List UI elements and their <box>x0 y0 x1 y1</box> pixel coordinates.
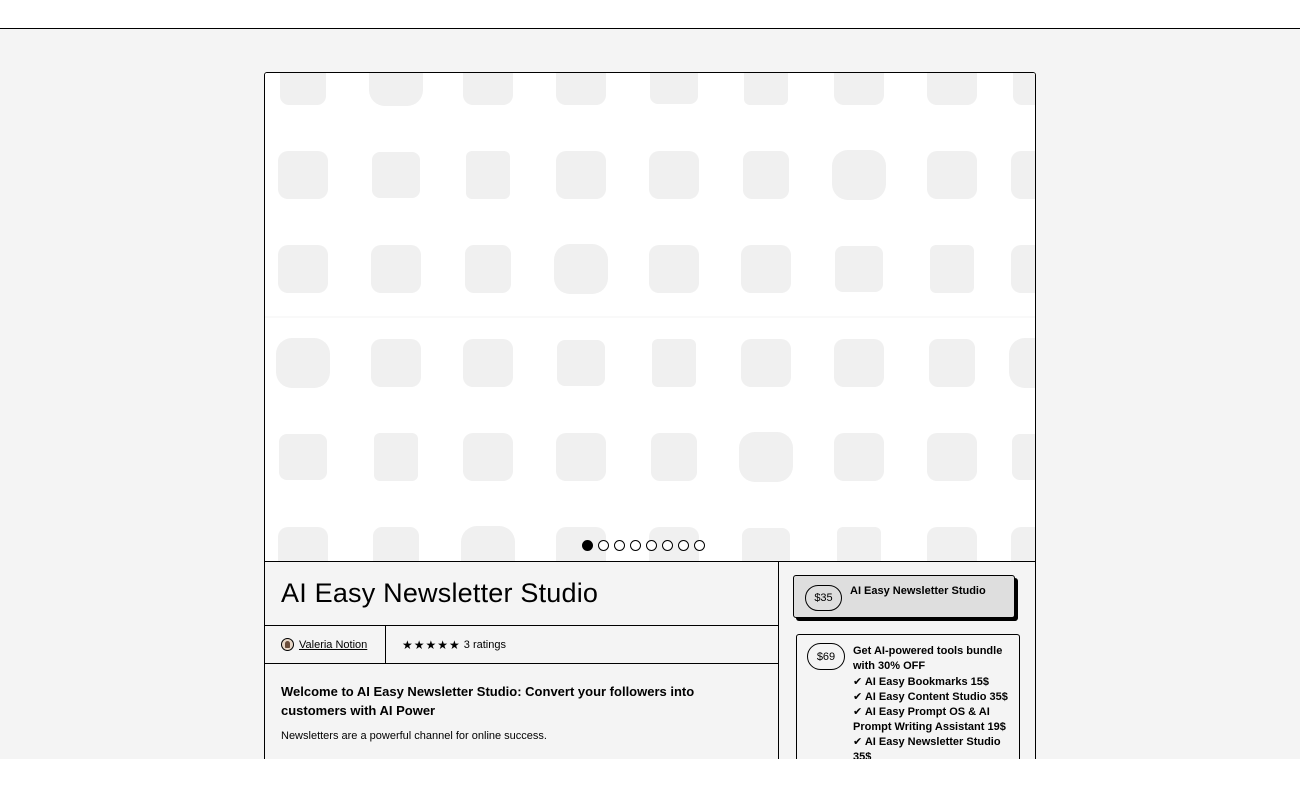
pattern-box-icon <box>834 339 884 387</box>
product-card: AI Easy Newsletter Studio Valeria Notion… <box>264 72 1036 759</box>
pattern-file-icon <box>556 73 606 105</box>
pattern-folder-icon <box>650 73 698 104</box>
pattern-play-icon <box>743 151 789 199</box>
pattern-camera-icon <box>1009 338 1035 388</box>
bundle-item: ✔ AI Easy Content Studio 35$ <box>853 691 1008 703</box>
pattern-shop-icon <box>649 245 699 293</box>
carousel-dot[interactable] <box>614 540 625 551</box>
pattern-box-icon <box>649 151 699 199</box>
option-price: $35 <box>805 585 842 611</box>
carousel-dot[interactable] <box>646 540 657 551</box>
bottom-bar <box>0 759 1300 788</box>
option-price: $69 <box>807 643 845 670</box>
pattern-box-icon <box>1011 527 1035 561</box>
icon-pattern-cover <box>265 73 1035 561</box>
pattern-box-icon <box>371 245 421 293</box>
pattern-image-icon <box>278 245 328 293</box>
pattern-folder-icon <box>835 246 883 292</box>
creator: Valeria Notion <box>265 626 386 663</box>
pattern-play-icon <box>651 433 697 481</box>
pattern-music-icon <box>930 245 974 293</box>
option-name: Get AI-powered tools bundle with 30% OFF <box>853 645 1003 672</box>
ratings[interactable]: ★★★★★ 3 ratings <box>386 626 506 663</box>
carousel-dot[interactable] <box>694 540 705 551</box>
pattern-shop-icon <box>834 433 884 481</box>
bundle-item: ✔ AI Easy Newsletter Studio 35$ <box>853 736 1001 759</box>
pattern-box-icon <box>927 73 977 105</box>
pattern-image-icon <box>556 151 606 199</box>
creator-link[interactable]: Valeria Notion <box>299 639 367 651</box>
pattern-box-icon <box>556 433 606 481</box>
pattern-folder-icon <box>1012 434 1035 480</box>
pattern-folder-icon <box>279 434 327 480</box>
description: Welcome to AI Easy Newsletter Studio: Co… <box>265 664 778 742</box>
pattern-file-icon <box>1011 151 1035 199</box>
product-title: AI Easy Newsletter Studio <box>281 578 599 608</box>
pattern-box-icon <box>278 527 328 561</box>
pattern-file-icon <box>741 245 791 293</box>
pattern-file-icon <box>278 151 328 199</box>
pattern-folder-icon <box>557 340 605 386</box>
pattern-image-icon <box>927 527 977 561</box>
pattern-music-icon <box>466 151 510 199</box>
description-heading: Welcome to AI Easy Newsletter Studio: Co… <box>281 684 695 718</box>
ratings-count: 3 ratings <box>463 638 506 651</box>
page-background: AI Easy Newsletter Studio Valeria Notion… <box>0 29 1300 759</box>
creator-avatar <box>281 638 294 651</box>
pattern-image-icon <box>1011 245 1035 293</box>
pattern-music-icon <box>837 527 881 561</box>
pattern-shop-icon <box>463 73 513 105</box>
pattern-image-icon <box>463 433 513 481</box>
top-bar <box>0 0 1300 29</box>
pattern-camera-icon <box>461 526 515 561</box>
pattern-folder-icon <box>372 152 420 198</box>
carousel-dot[interactable] <box>662 540 673 551</box>
carousel-dot[interactable] <box>678 540 689 551</box>
pattern-music-icon <box>744 73 788 105</box>
pattern-play-icon <box>929 339 975 387</box>
carousel-dot[interactable] <box>630 540 641 551</box>
product-cover-carousel[interactable] <box>265 73 1035 562</box>
bundle-details: Get AI-powered tools bundle with 30% OFF… <box>853 644 1013 759</box>
meta-row: Valeria Notion ★★★★★ 3 ratings <box>265 626 778 664</box>
option-bundle[interactable]: $69 Get AI-powered tools bundle with 30%… <box>796 634 1020 759</box>
pattern-music-icon <box>374 433 418 481</box>
pattern-folder-icon <box>742 528 790 561</box>
pattern-play-icon <box>373 527 419 561</box>
bundle-item: ✔ AI Easy Bookmarks 15$ <box>853 676 989 688</box>
title-row: AI Easy Newsletter Studio <box>265 562 778 626</box>
carousel-dot[interactable] <box>598 540 609 551</box>
option-single-product[interactable]: $35 AI Easy Newsletter Studio <box>793 575 1015 618</box>
carousel-dots <box>582 540 705 553</box>
pattern-camera-icon <box>739 432 793 482</box>
pattern-shop-icon <box>371 339 421 387</box>
description-text: Newsletters are a powerful channel for o… <box>281 730 547 742</box>
pattern-camera-icon <box>554 244 608 294</box>
pattern-camera-icon <box>276 338 330 388</box>
pattern-camera-icon <box>832 150 886 200</box>
pattern-play-icon <box>280 73 326 105</box>
carousel-dot[interactable] <box>582 540 593 551</box>
pattern-play-icon <box>1013 73 1035 105</box>
pattern-play-icon <box>465 245 511 293</box>
pattern-shop-icon <box>927 151 977 199</box>
pattern-file-icon <box>463 339 513 387</box>
pattern-image-icon <box>741 339 791 387</box>
star-rating-icon: ★★★★★ <box>402 637 461 652</box>
pricing-options: $35 AI Easy Newsletter Studio $69 Get AI… <box>779 562 1035 759</box>
pattern-image-icon <box>834 73 884 105</box>
pattern-camera-icon <box>369 73 423 106</box>
pattern-file-icon <box>927 433 977 481</box>
option-name: AI Easy Newsletter Studio <box>850 585 986 597</box>
product-info: AI Easy Newsletter Studio Valeria Notion… <box>265 562 779 759</box>
pattern-music-icon <box>652 339 696 387</box>
bundle-item: ✔ AI Easy Prompt OS & AI Prompt Writing … <box>853 706 1006 733</box>
